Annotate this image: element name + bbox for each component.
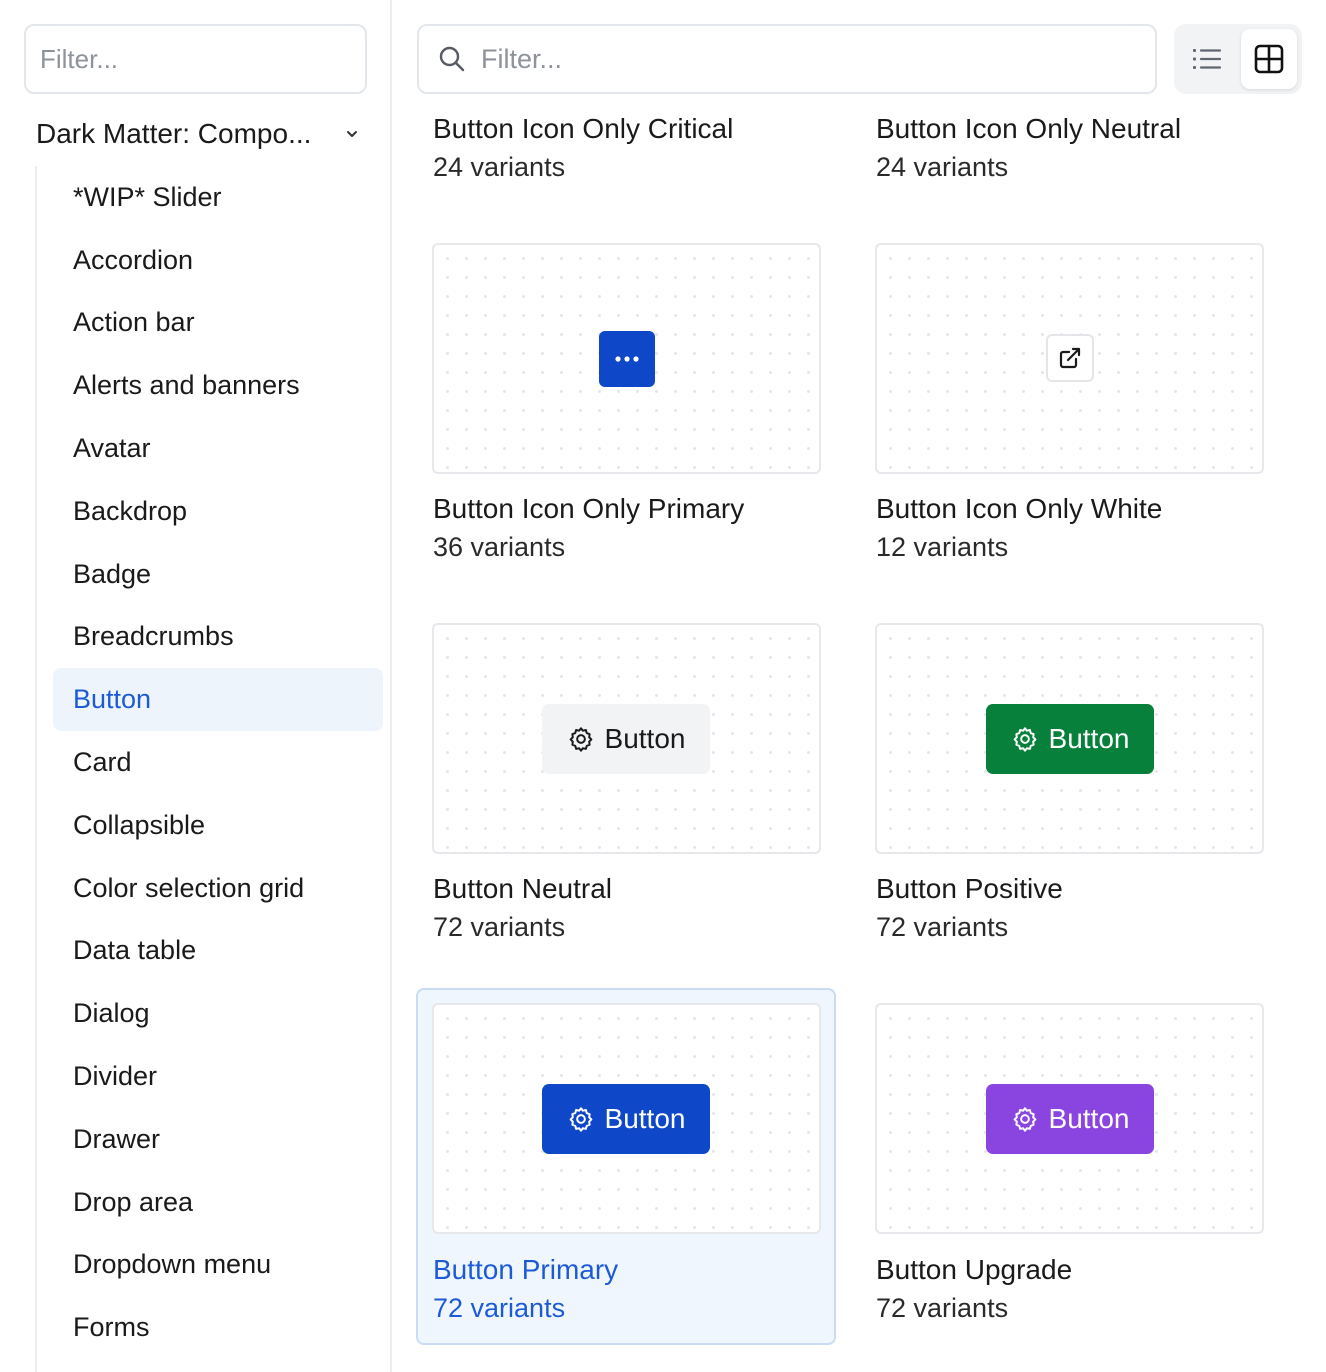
- sidebar-item-forms[interactable]: Forms: [53, 1296, 383, 1359]
- sample-icon-button-primary[interactable]: [599, 331, 655, 387]
- component-title[interactable]: Button Icon Only Primary: [433, 493, 744, 525]
- grid-icon: [1254, 44, 1284, 74]
- sidebar-filter-input[interactable]: [26, 26, 365, 92]
- component-variant-count: 24 variants: [433, 152, 566, 182]
- component-variant-count: 72 variants: [876, 912, 1009, 942]
- sample-button-neutral[interactable]: Button: [542, 704, 710, 774]
- sample-button-label: Button: [604, 723, 686, 754]
- component-nav: *WIP* Slider Accordion Action bar Alerts…: [53, 166, 383, 1359]
- nav-tree-rail: [35, 166, 37, 1372]
- component-preview[interactable]: Button: [432, 623, 821, 854]
- sample-button-label: Button: [1048, 723, 1130, 754]
- component-variant-count: 72 variants: [876, 1293, 1009, 1323]
- library-title: Dark Matter: Compo...: [36, 118, 312, 149]
- main-filter-input[interactable]: [467, 26, 1155, 92]
- sidebar-item-color-selection-grid[interactable]: Color selection grid: [53, 857, 383, 920]
- component-title[interactable]: Button Neutral: [433, 873, 612, 905]
- more-horizontal-icon: [615, 356, 639, 362]
- component-variant-count: 72 variants: [433, 912, 566, 942]
- sidebar-item-dropdown-menu[interactable]: Dropdown menu: [53, 1234, 383, 1297]
- sidebar-item-alerts-and-banners[interactable]: Alerts and banners: [53, 354, 383, 417]
- component-preview[interactable]: Button: [875, 623, 1264, 854]
- component-variant-count: 72 variants: [433, 1293, 566, 1323]
- chevron-down-icon: [347, 131, 357, 137]
- component-title[interactable]: Button Positive: [876, 873, 1063, 905]
- component-preview[interactable]: [432, 243, 821, 474]
- main-filter-field[interactable]: [417, 24, 1157, 94]
- sidebar-item-drop-area[interactable]: Drop area: [53, 1171, 383, 1234]
- component-preview[interactable]: Button: [875, 1003, 1264, 1234]
- sidebar-item-avatar[interactable]: Avatar: [53, 417, 383, 480]
- component-preview[interactable]: Button: [432, 1003, 821, 1234]
- sidebar: Dark Matter: Compo... *WIP* Slider Accor…: [0, 0, 392, 1372]
- sample-icon-button-white[interactable]: [1046, 334, 1094, 382]
- gear-icon: [1013, 1107, 1036, 1132]
- external-link-icon: [1059, 347, 1081, 369]
- component-variant-count: 36 variants: [433, 532, 566, 562]
- sidebar-filter-field[interactable]: [24, 24, 367, 94]
- sidebar-item-data-table[interactable]: Data table: [53, 920, 383, 983]
- search-icon: [439, 46, 465, 72]
- component-title[interactable]: Button Icon Only Neutral: [876, 113, 1181, 145]
- sidebar-item-divider[interactable]: Divider: [53, 1045, 383, 1108]
- view-toggle: [1174, 24, 1302, 94]
- gear-icon: [1013, 727, 1036, 752]
- sidebar-item-card[interactable]: Card: [53, 731, 383, 794]
- component-title[interactable]: Button Primary: [433, 1254, 618, 1286]
- list-icon: [1193, 49, 1222, 69]
- sidebar-item-backdrop[interactable]: Backdrop: [53, 480, 383, 543]
- sample-button-label: Button: [604, 1103, 686, 1134]
- sidebar-item-button[interactable]: Button: [53, 668, 383, 732]
- component-variant-count: 24 variants: [876, 152, 1009, 182]
- sample-button-upgrade[interactable]: Button: [986, 1084, 1154, 1154]
- sample-button-label: Button: [1048, 1103, 1130, 1134]
- grid-view-button[interactable]: [1241, 29, 1297, 89]
- gear-icon: [569, 1107, 592, 1132]
- gear-icon: [569, 727, 592, 752]
- list-view-button[interactable]: [1179, 29, 1235, 89]
- component-preview[interactable]: [875, 243, 1264, 474]
- sidebar-item-dialog[interactable]: Dialog: [53, 982, 383, 1045]
- sample-button-positive[interactable]: Button: [986, 704, 1154, 774]
- sample-button-primary[interactable]: Button: [542, 1084, 710, 1154]
- sidebar-item-collapsible[interactable]: Collapsible: [53, 794, 383, 857]
- sidebar-item-badge[interactable]: Badge: [53, 543, 383, 606]
- sidebar-item-action-bar[interactable]: Action bar: [53, 292, 383, 355]
- sidebar-item-accordion[interactable]: Accordion: [53, 229, 383, 292]
- component-title[interactable]: Button Icon Only Critical: [433, 113, 733, 145]
- sidebar-item-drawer[interactable]: Drawer: [53, 1108, 383, 1171]
- component-title[interactable]: Button Icon Only White: [876, 493, 1162, 525]
- sidebar-item-wip-slider[interactable]: *WIP* Slider: [53, 166, 383, 229]
- library-selector[interactable]: Dark Matter: Compo...: [36, 108, 366, 160]
- sidebar-item-breadcrumbs[interactable]: Breadcrumbs: [53, 606, 383, 669]
- component-title[interactable]: Button Upgrade: [876, 1254, 1072, 1286]
- component-variant-count: 12 variants: [876, 532, 1009, 562]
